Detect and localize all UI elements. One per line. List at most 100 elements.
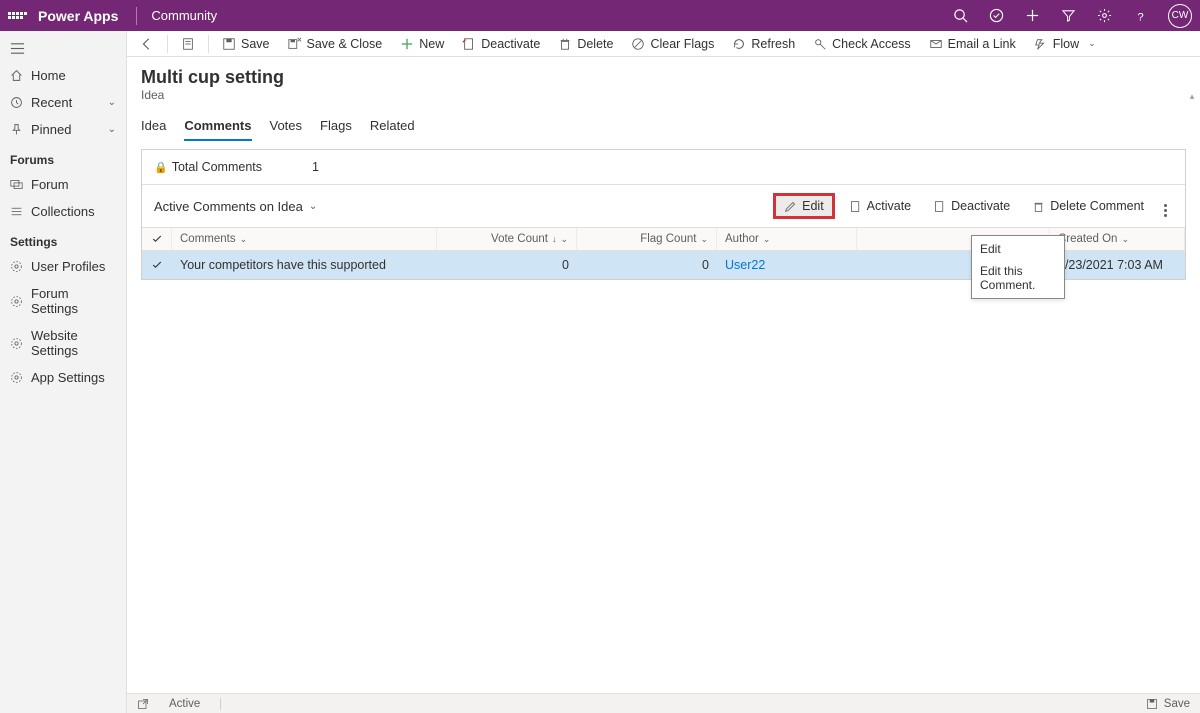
- user-avatar[interactable]: CW: [1168, 4, 1192, 28]
- form-selector-button[interactable]: [174, 34, 202, 54]
- separator: [208, 35, 209, 53]
- pin-icon: [10, 123, 23, 136]
- app-launcher-icon[interactable]: [8, 12, 28, 19]
- statusbar-save[interactable]: Save: [1164, 698, 1190, 710]
- new-button[interactable]: New: [393, 34, 451, 54]
- svg-text:?: ?: [1137, 11, 1143, 23]
- tab-idea[interactable]: Idea: [141, 112, 166, 141]
- delete-comment-button[interactable]: Delete Comment: [1024, 196, 1152, 216]
- subgrid-header: Active Comments on Idea ⌄ Edit Activate: [142, 185, 1185, 228]
- subgrid-title[interactable]: Active Comments on Idea: [154, 199, 303, 214]
- gear-icon: [10, 260, 23, 273]
- chevron-down-icon[interactable]: ⌄: [309, 201, 317, 212]
- nav-app-settings[interactable]: App Settings: [0, 364, 126, 391]
- nav-home[interactable]: Home: [0, 62, 126, 89]
- tab-related[interactable]: Related: [370, 112, 415, 141]
- chevron-down-icon: ⌄: [240, 234, 248, 245]
- deactivate-button[interactable]: Deactivate: [925, 196, 1018, 216]
- btn-label: Clear Flags: [650, 37, 714, 51]
- col-label: Vote Count: [491, 233, 548, 245]
- filter-icon[interactable]: [1060, 8, 1076, 24]
- email-link-button[interactable]: Email a Link: [922, 34, 1023, 54]
- edit-button[interactable]: Edit: [776, 196, 832, 216]
- flag-clear-icon: [631, 37, 645, 51]
- btn-label: Deactivate: [951, 199, 1010, 213]
- lock-icon: 🔒: [154, 162, 168, 174]
- back-button[interactable]: [133, 34, 161, 54]
- nav-forum-settings[interactable]: Forum Settings: [0, 280, 126, 322]
- col-label: Author: [725, 233, 759, 245]
- plus-icon[interactable]: [1024, 8, 1040, 24]
- nav-recent[interactable]: Recent ⌄: [0, 89, 126, 116]
- cell-author[interactable]: User22: [717, 251, 857, 279]
- col-label: Flag Count: [640, 233, 696, 245]
- btn-label: Save & Close: [307, 37, 383, 51]
- column-vote-count[interactable]: Vote Count ↓ ⌄: [437, 228, 577, 250]
- nav-label: Collections: [31, 204, 95, 219]
- task-icon[interactable]: [988, 8, 1004, 24]
- help-icon[interactable]: ?: [1132, 8, 1148, 24]
- gear-icon[interactable]: [1096, 8, 1112, 24]
- chevron-down-icon: ⌄: [700, 234, 708, 245]
- brand-label: Power Apps: [38, 8, 118, 24]
- tab-flags[interactable]: Flags: [320, 112, 352, 141]
- sort-down-icon: ↓: [552, 234, 557, 244]
- nav-user-profiles[interactable]: User Profiles: [0, 253, 126, 280]
- btn-label: Deactivate: [481, 37, 540, 51]
- popout-icon[interactable]: [137, 698, 149, 710]
- key-icon: [813, 37, 827, 51]
- column-flag-count[interactable]: Flag Count ⌄: [577, 228, 717, 250]
- nav-forum[interactable]: Forum: [0, 171, 126, 198]
- pencil-icon: [784, 200, 797, 213]
- check-access-button[interactable]: Check Access: [806, 34, 918, 54]
- delete-button[interactable]: Delete: [551, 34, 620, 54]
- scroll-indicator[interactable]: ▴: [1188, 91, 1196, 102]
- more-icon: [1164, 204, 1167, 217]
- clear-flags-button[interactable]: Clear Flags: [624, 34, 721, 54]
- checkbox-column[interactable]: [142, 228, 172, 250]
- activate-button[interactable]: Activate: [841, 196, 919, 216]
- btn-label: Delete: [577, 37, 613, 51]
- nav-section-forums: Forums: [0, 143, 126, 171]
- btn-label: Edit: [802, 199, 824, 213]
- nav-label: Forum Settings: [31, 286, 116, 316]
- nav-collections[interactable]: Collections: [0, 198, 126, 225]
- nav-label: Home: [31, 68, 66, 83]
- nav-website-settings[interactable]: Website Settings: [0, 322, 126, 364]
- column-comments[interactable]: Comments ⌄: [172, 228, 437, 250]
- row-checkbox[interactable]: [142, 251, 172, 279]
- chevron-down-icon: ⌄: [560, 234, 568, 245]
- tab-comments[interactable]: Comments: [184, 112, 251, 141]
- edit-tooltip: Edit Edit this Comment.: [971, 235, 1065, 299]
- flow-icon: [1034, 37, 1048, 51]
- edit-button-highlight: Edit: [773, 193, 835, 219]
- forum-icon: [10, 178, 23, 191]
- deactivate-button[interactable]: Deactivate: [455, 34, 547, 54]
- save-icon[interactable]: [1146, 698, 1158, 710]
- nav-label: App Settings: [31, 370, 105, 385]
- main-area: Save Save & Close New Deactivate Delete …: [127, 31, 1200, 713]
- col-label: Comments: [180, 233, 236, 245]
- search-icon[interactable]: [952, 8, 968, 24]
- hamburger-icon[interactable]: [0, 31, 126, 62]
- save-button[interactable]: Save: [215, 34, 277, 54]
- save-close-button[interactable]: Save & Close: [281, 34, 390, 54]
- environment-label[interactable]: Community: [151, 8, 217, 23]
- scroll-up-icon[interactable]: ▴: [1190, 91, 1195, 102]
- save-close-icon: [288, 37, 302, 51]
- trash-icon: [1032, 200, 1045, 213]
- refresh-button[interactable]: Refresh: [725, 34, 802, 54]
- column-author[interactable]: Author ⌄: [717, 228, 857, 250]
- activate-icon: [849, 200, 862, 213]
- chevron-down-icon: ⌄: [108, 97, 116, 108]
- nav-label: Forum: [31, 177, 69, 192]
- btn-label: Delete Comment: [1050, 199, 1144, 213]
- home-icon: [10, 69, 23, 82]
- column-created-on[interactable]: Created On ⌄: [1050, 228, 1185, 250]
- gear-icon: [10, 371, 23, 384]
- nav-pinned[interactable]: Pinned ⌄: [0, 116, 126, 143]
- more-button[interactable]: [1158, 193, 1173, 219]
- tab-votes[interactable]: Votes: [270, 112, 303, 141]
- page-header: Multi cup setting Idea: [127, 57, 1200, 102]
- flow-button[interactable]: Flow⌄: [1027, 34, 1103, 54]
